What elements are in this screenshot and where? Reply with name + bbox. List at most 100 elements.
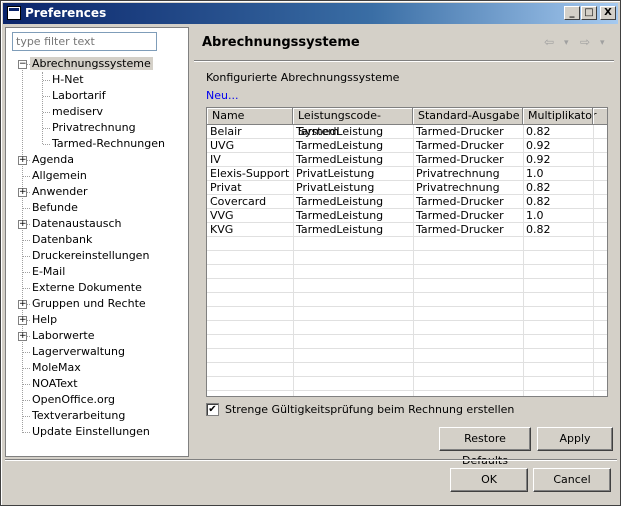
tree-item[interactable]: Textverarbeitung [30,408,127,424]
expand-icon[interactable]: + [18,300,27,309]
tree-item-label: Anwender [32,185,88,198]
strict-validation-checkbox[interactable]: ✔ [206,403,219,416]
empty-table-row [207,265,607,279]
close-button[interactable]: X [600,6,616,20]
tree-item[interactable]: NOAText [30,376,80,392]
cancel-button[interactable]: Cancel [533,468,611,492]
tree-item[interactable]: Druckereinstellungen [30,248,151,264]
cell-multiplier: 0.92 [526,153,551,166]
column-header-multiplier[interactable]: Multiplikator [523,108,596,125]
tree-guide-line [43,144,50,145]
tree-item[interactable]: Laborwerte [30,328,96,344]
cell-code-system: TarmedLeistung [296,223,384,236]
tree-item[interactable]: Externe Dokumente [30,280,144,296]
tree-item[interactable]: Privatrechnung [50,120,138,136]
tree-guide-line [42,72,43,144]
tree-guide-line [43,96,50,97]
cell-name: IV [210,153,221,166]
cell-output: Tarmed-Drucker [416,223,504,236]
tree-item[interactable]: Abrechnungssysteme [30,56,153,72]
tree-guide-line [23,432,30,433]
cell-name: Elexis-Support [210,167,290,180]
tree-item[interactable]: Agenda [30,152,76,168]
ok-button[interactable]: OK [450,468,528,492]
tree-item[interactable]: Help [30,312,59,328]
cell-multiplier: 0.82 [526,181,551,194]
table-row[interactable]: UVG TarmedLeistung Tarmed-Drucker 0.92 [207,139,607,153]
new-link[interactable]: Neu... [206,89,238,102]
empty-table-row [207,363,607,377]
cell-code-system: TarmedLeistung [296,139,384,152]
page-title: Abrechnungssysteme [202,35,360,50]
table-row[interactable]: IV TarmedLeistung Tarmed-Drucker 0.92 [207,153,607,167]
tree-item[interactable]: Datenbank [30,232,94,248]
cell-name: Covercard [210,195,267,208]
billing-systems-table: Name Leistungscode-System Standard-Ausga… [206,107,608,397]
tree-item[interactable]: mediserv [50,104,105,120]
tree-item-label: Datenaustausch [32,217,122,230]
cell-multiplier: 1.0 [526,167,544,180]
cell-multiplier: 1.0 [526,209,544,222]
tree-item[interactable]: OpenOffice.org [30,392,117,408]
table-row[interactable]: VVG TarmedLeistung Tarmed-Drucker 1.0 [207,209,607,223]
empty-table-row [207,293,607,307]
table-row[interactable]: Belair TarmedLeistung Tarmed-Drucker 0.82 [207,125,607,139]
tree-item[interactable]: MoleMax [30,360,83,376]
expand-icon[interactable]: + [18,332,27,341]
table-row[interactable]: Elexis-Support PrivatLeistung Privatrechnu… [207,167,607,181]
window-title: Preferences [25,6,107,20]
footer-separator [5,459,617,461]
section-label: Konfigurierte Abrechnungssysteme [206,71,400,84]
tree-item[interactable]: Allgemein [30,168,89,184]
tree-item[interactable]: Labortarif [50,88,108,104]
empty-table-row [207,237,607,251]
title-bar[interactable]: Preferences _ □ X [3,3,618,24]
tree-item[interactable]: Lagerverwaltung [30,344,127,360]
preference-tree-panel: Abrechnungssysteme− H-Net Labortarif medise… [5,27,189,457]
column-header-name[interactable]: Name [207,108,293,125]
tree-item[interactable]: Datenaustausch [30,216,123,232]
forward-arrow-icon[interactable]: ⇨ [580,35,590,49]
cell-multiplier: 0.82 [526,125,551,138]
column-header-output[interactable]: Standard-Ausgabe [413,108,523,125]
collapse-icon[interactable]: − [18,60,27,69]
back-arrow-icon[interactable]: ⇦ [544,35,554,49]
tree-item[interactable]: Update Einstellungen [30,424,152,440]
tree-item[interactable]: Befunde [30,200,80,216]
expand-icon[interactable]: + [18,316,27,325]
tree-guide-line [23,384,30,385]
cell-code-system: TarmedLeistung [296,195,384,208]
maximize-button[interactable]: □ [581,6,597,20]
tree-guide-line [23,240,30,241]
tree-item-label: mediserv [52,105,104,118]
tree-item[interactable]: E-Mail [30,264,67,280]
table-row[interactable]: KVG TarmedLeistung Tarmed-Drucker 0.82 [207,223,607,237]
cell-multiplier: 0.92 [526,139,551,152]
tree-guide-line [23,256,30,257]
tree-item-label: Druckereinstellungen [32,249,150,262]
cell-output: Tarmed-Drucker [416,139,504,152]
tree-item[interactable]: Tarmed-Rechnungen [50,136,167,152]
table-row[interactable]: Covercard TarmedLeistung Tarmed-Drucker 0.8… [207,195,607,209]
cell-multiplier: 0.82 [526,195,551,208]
table-row[interactable]: Privat PrivatLeistung Privatrechnung 0.82 [207,181,607,195]
filter-input[interactable] [12,32,157,51]
expand-icon[interactable]: + [18,188,27,197]
tree-item[interactable]: Gruppen und Rechte [30,296,148,312]
cell-output: Tarmed-Drucker [416,153,504,166]
forward-dropdown-icon[interactable]: ▾ [600,38,605,48]
tree-item-label: Labortarif [52,89,106,102]
minimize-button[interactable]: _ [564,6,580,20]
tree-item-label: OpenOffice.org [32,393,116,406]
back-dropdown-icon[interactable]: ▾ [564,38,569,48]
empty-table-row [207,377,607,391]
tree-item-label: Textverarbeitung [32,409,126,422]
expand-icon[interactable]: + [18,220,27,229]
apply-button[interactable]: Apply [537,427,613,451]
restore-defaults-button[interactable]: Restore Defaults [439,427,531,467]
tree-item-label: Tarmed-Rechnungen [52,137,165,150]
expand-icon[interactable]: + [18,156,27,165]
tree-item[interactable]: H-Net [50,72,86,88]
tree-item[interactable]: Anwender [30,184,90,200]
column-header-code-system[interactable]: Leistungscode-System [293,108,413,138]
